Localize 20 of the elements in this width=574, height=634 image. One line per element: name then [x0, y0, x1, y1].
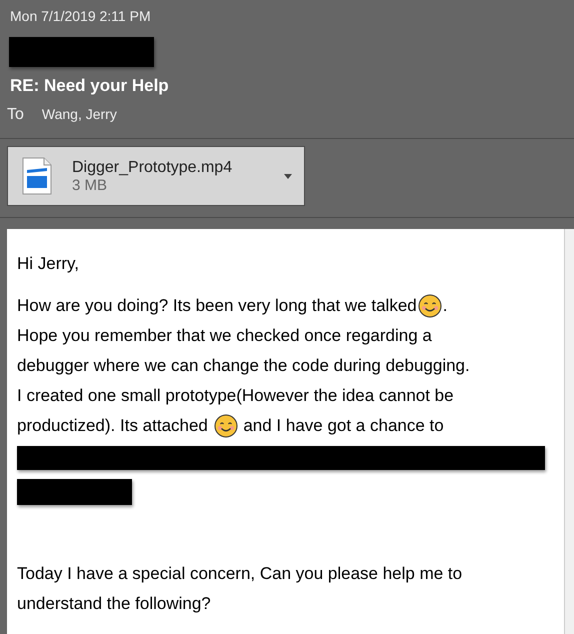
attachment-card[interactable]: Digger_Prototype.mp4 3 MB — [7, 146, 305, 206]
message-line: I created one small prototype(However the idea cannot be — [17, 385, 455, 407]
sent-date: Mon 7/1/2019 2:11 PM — [9, 8, 152, 26]
message-line: Hope you remember that we checked once regarding a — [17, 325, 433, 347]
dropdown-caret-icon[interactable] — [284, 174, 292, 178]
message-line: Today I have a special concern, Can you please help me to — [17, 563, 464, 585]
smiley-icon — [418, 294, 442, 318]
message-line: How are you doing? Its been very long that we talked . — [17, 291, 564, 321]
to-label: To — [7, 106, 24, 124]
smiley-icon — [214, 414, 238, 438]
message-line: understand the following? — [17, 593, 212, 615]
email-subject: RE: Need your Help — [9, 75, 170, 96]
recipient-name[interactable]: Wang, Jerry — [42, 106, 117, 122]
message-line: debugger where we can change the code during debugging. — [17, 355, 471, 377]
scrollbar[interactable] — [564, 229, 574, 634]
message-line: Hi Jerry, — [17, 253, 80, 275]
attachment-name: Digger_Prototype.mp4 — [72, 158, 234, 176]
attachment-size: 3 MB — [72, 176, 108, 194]
message-line: productized). Its attached and I have got a chance to — [17, 411, 564, 441]
video-file-icon — [22, 157, 52, 195]
